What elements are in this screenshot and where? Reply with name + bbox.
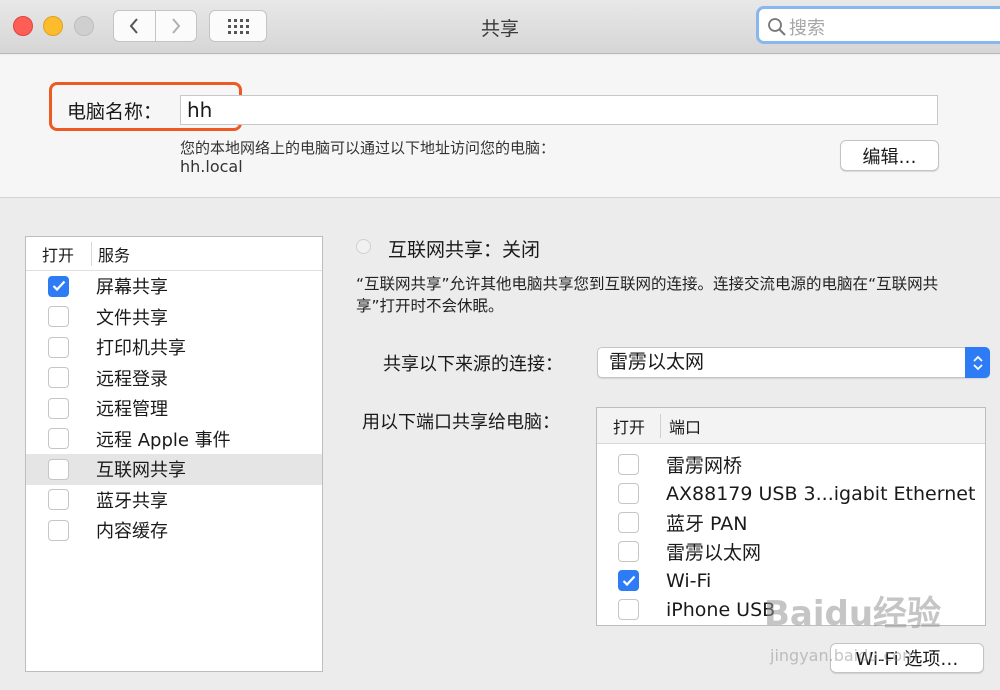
port-label: AX88179 USB 3...igabit Ethernet <box>666 482 976 505</box>
port-label: 雷雳以太网 <box>666 542 762 564</box>
share-source-select[interactable]: 雷雳以太网 <box>597 347 990 378</box>
title-bar: 共享 搜索 <box>0 0 1000 54</box>
port-row[interactable]: AX88179 USB 3...igabit Ethernet <box>597 479 985 508</box>
service-label: 互联网共享 <box>96 460 186 482</box>
service-checkbox[interactable] <box>48 336 69 358</box>
service-checkbox[interactable] <box>48 275 69 297</box>
service-label: 打印机共享 <box>96 338 186 360</box>
edit-button[interactable]: 编辑… <box>840 140 939 171</box>
internet-sharing-status: 互联网共享：关闭 <box>388 239 541 261</box>
port-label: 雷雳网桥 <box>666 455 743 477</box>
port-checkbox[interactable] <box>618 483 639 504</box>
service-checkbox[interactable] <box>48 458 69 480</box>
internet-sharing-description: “互联网共享”允许其他电脑共享您到互联网的连接。连接交流电源的电脑在“互联网共享… <box>356 275 939 315</box>
computer-name-section: 电脑名称： hh 您的本地网络上的电脑可以通过以下地址访问您的电脑： hh.lo… <box>0 55 1000 198</box>
port-checkbox[interactable] <box>618 599 639 620</box>
service-label: 屏幕共享 <box>96 277 168 299</box>
service-checkbox[interactable] <box>48 367 69 389</box>
port-row[interactable]: 雷雳以太网 <box>597 537 985 566</box>
search-field[interactable]: 搜索 <box>756 6 1000 44</box>
share-ports-label: 用以下端口共享给电脑： <box>362 412 560 433</box>
select-arrows-icon <box>965 347 990 378</box>
service-checkbox[interactable] <box>48 397 69 419</box>
service-row[interactable]: 内容缓存 <box>26 515 322 546</box>
ports-column-port-header[interactable]: 端口 <box>661 414 701 438</box>
service-label: 远程 Apple 事件 <box>96 429 231 451</box>
service-row[interactable]: 文件共享 <box>26 302 322 333</box>
search-placeholder: 搜索 <box>789 18 825 39</box>
port-label: 蓝牙 PAN <box>666 513 748 535</box>
service-checkbox[interactable] <box>48 428 69 450</box>
services-header: 打开 服务 <box>26 237 322 271</box>
service-row[interactable]: 打印机共享 <box>26 332 322 363</box>
service-label: 内容缓存 <box>96 521 168 543</box>
port-label: Wi-Fi <box>666 569 712 592</box>
port-row[interactable]: 雷雳网桥 <box>597 450 985 479</box>
search-icon <box>768 18 786 36</box>
service-row[interactable]: 远程登录 <box>26 363 322 394</box>
column-on-header[interactable]: 打开 <box>26 241 92 266</box>
service-checkbox[interactable] <box>48 306 69 328</box>
service-row[interactable]: 屏幕共享 <box>26 271 322 302</box>
computer-name-input[interactable]: hh <box>180 95 938 125</box>
service-row[interactable]: 远程 Apple 事件 <box>26 424 322 455</box>
port-checkbox[interactable] <box>618 541 639 562</box>
port-checkbox[interactable] <box>618 512 639 533</box>
watermark-logo: Baidu经验 <box>764 594 942 634</box>
port-row[interactable]: 蓝牙 PAN <box>597 508 985 537</box>
service-row[interactable]: 远程管理 <box>26 393 322 424</box>
share-source-label: 共享以下来源的连接： <box>383 354 563 375</box>
port-label: iPhone USB <box>666 598 776 621</box>
address-hint: 您的本地网络上的电脑可以通过以下地址访问您的电脑： <box>180 139 556 157</box>
ports-header: 打开 端口 <box>597 408 985 444</box>
column-service-header[interactable]: 服务 <box>92 242 130 266</box>
status-indicator <box>356 239 371 254</box>
ports-column-on-header[interactable]: 打开 <box>597 413 661 438</box>
service-label: 远程登录 <box>96 368 168 390</box>
services-list: 打开 服务 屏幕共享文件共享打印机共享远程登录远程管理远程 Apple 事件 互联… <box>25 236 323 672</box>
service-label: 蓝牙共享 <box>96 490 168 512</box>
watermark-url: jingyan.baidu.com <box>770 646 918 665</box>
port-checkbox[interactable] <box>618 570 639 591</box>
service-checkbox[interactable] <box>48 489 69 511</box>
local-address: hh.local <box>180 157 243 176</box>
service-label: 文件共享 <box>96 307 168 329</box>
service-checkbox[interactable] <box>48 519 69 541</box>
service-row[interactable]: 蓝牙共享 <box>26 485 322 516</box>
port-checkbox[interactable] <box>618 454 639 475</box>
service-label: 远程管理 <box>96 399 168 421</box>
computer-name-label: 电脑名称： <box>67 101 163 123</box>
share-source-value: 雷雳以太网 <box>609 351 705 373</box>
service-row[interactable]: 互联网共享 <box>26 454 322 485</box>
